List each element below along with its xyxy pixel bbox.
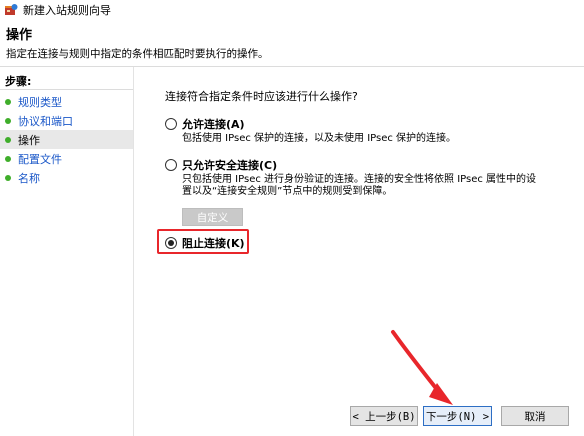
sidebar-item-label: 名称	[18, 171, 40, 185]
steps-heading: 步骤:	[5, 75, 32, 88]
step-dot-icon	[5, 117, 11, 124]
allow-description: 包括使用 IPsec 保护的连接，以及未使用 IPsec 保护的连接。	[182, 133, 457, 144]
sidebar-item-label: 操作	[18, 133, 40, 147]
sidebar-item-label: 协议和端口	[18, 114, 73, 128]
step-dot-icon	[5, 98, 11, 105]
step-dot-icon	[5, 174, 11, 181]
page-title: 操作	[6, 28, 33, 43]
sidebar-item-name[interactable]: 名称	[0, 168, 133, 187]
firewall-wizard-icon	[4, 3, 18, 17]
allow-label: 允许连接(A)	[182, 118, 245, 131]
secure-only-description-line2: 置以及“连接安全规则”节点中的规则受到保障。	[182, 186, 393, 197]
page-description: 指定在连接与规则中指定的条件相匹配时要执行的操作。	[6, 48, 269, 60]
steps-divider	[0, 89, 133, 90]
sidebar-item-label: 配置文件	[18, 152, 62, 166]
main-panel: 连接符合指定条件时应该进行什么操作? 允许连接(A) 包括使用 IPsec 保护…	[135, 67, 584, 436]
secure-only-radio[interactable]	[165, 159, 177, 171]
action-question: 连接符合指定条件时应该进行什么操作?	[165, 90, 358, 103]
page-header: 操作 指定在连接与规则中指定的条件相匹配时要执行的操作。	[0, 20, 584, 66]
allow-radio[interactable]	[165, 118, 177, 130]
sidebar-item-label: 规则类型	[18, 95, 62, 109]
option-secure-only[interactable]: 只允许安全连接(C) 只包括使用 IPsec 进行身份验证的连接。连接的安全性将…	[165, 157, 575, 201]
annotation-highlight-box	[157, 229, 249, 254]
step-dot-icon	[5, 155, 11, 162]
prev-button[interactable]: < 上一步(B)	[350, 406, 418, 426]
sidebar-item-protocol-port[interactable]: 协议和端口	[0, 111, 133, 130]
option-allow[interactable]: 允许连接(A) 包括使用 IPsec 保护的连接，以及未使用 IPsec 保护的…	[165, 116, 565, 146]
secure-only-description-line1: 只包括使用 IPsec 进行身份验证的连接。连接的安全性将依照 IPsec 属性…	[182, 174, 537, 185]
sidebar-item-action[interactable]: 操作	[0, 130, 133, 149]
step-dot-icon	[5, 136, 11, 143]
window-title: 新建入站规则向导	[23, 4, 111, 17]
sidebar-item-profile[interactable]: 配置文件	[0, 149, 133, 168]
title-bar: 新建入站规则向导	[0, 0, 584, 20]
next-button[interactable]: 下一步(N) >	[423, 406, 492, 426]
secure-only-label: 只允许安全连接(C)	[182, 159, 278, 172]
sidebar-item-rule-type[interactable]: 规则类型	[0, 92, 133, 111]
steps-sidebar: 步骤: 规则类型 协议和端口 操作 配置文件 名称	[0, 67, 134, 436]
cancel-button[interactable]: 取消	[501, 406, 569, 426]
customize-button[interactable]: 自定义	[182, 208, 243, 226]
